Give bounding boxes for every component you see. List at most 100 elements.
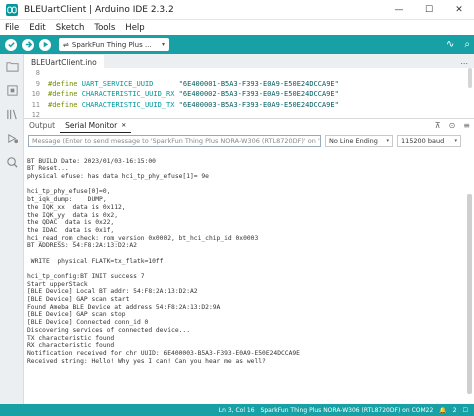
output-line: [BLE Device] Local BT addr: 54:F8:2A:13:…: [27, 288, 198, 296]
debug-button[interactable]: [39, 38, 51, 51]
arrow-right-icon: [25, 41, 32, 48]
uuid-string: "6E400001-B5A3-F393-E0A9-E50E24DCCA9E": [178, 79, 339, 88]
output-line: Received string: Hello! Why yes I can! C…: [27, 357, 266, 365]
more-icon[interactable]: ...: [460, 57, 468, 66]
define-keyword: #define: [48, 90, 78, 99]
macro-name: CHARACTERISTIC_UUID_RX: [81, 90, 175, 99]
verify-button[interactable]: [5, 38, 17, 51]
output-line: BT BUILD Date: 2023/01/03-16:15:00: [27, 157, 156, 165]
search-icon[interactable]: [0, 150, 24, 174]
macro-name: CHARACTERISTIC_UUID_TX: [81, 100, 175, 109]
serial-output-lines: BT BUILD Date: 2023/01/03-16:15:00 BT Res…: [27, 150, 474, 365]
output-line: RX characteristic found: [27, 342, 115, 350]
output-line: hci_tp_phy_efuse[0]=0,: [27, 188, 111, 196]
define-keyword: #define: [48, 79, 78, 88]
menu-file[interactable]: File: [0, 23, 24, 33]
editor-tabs: BLEUartClient.ino ...: [24, 54, 474, 68]
output-line: the IDAC data is 0x1f,: [27, 226, 115, 234]
output-scrollbar[interactable]: [467, 194, 472, 394]
debug-play-icon: [43, 41, 48, 48]
line-ending-select[interactable]: No Line Ending ▾: [325, 134, 393, 147]
output-line: physical efuse: has data hci_tp_phy_efus…: [27, 173, 209, 181]
minimize-button[interactable]: —: [384, 0, 414, 20]
line-number: 8: [35, 69, 40, 78]
output-line: the IQK_yy data is 0x2,: [27, 211, 118, 219]
output-line: WRITE physical FLATK=tx_flatk=10ff: [27, 257, 164, 265]
code-line: 11 #define CHARACTERISTIC_UUID_TX "6E400…: [24, 100, 474, 111]
layout-icon[interactable]: ☐: [463, 407, 468, 414]
chevron-down-icon: ▾: [454, 137, 457, 144]
output-line: hci_read_rom_check: rom_version 0x0002, …: [27, 234, 259, 242]
tab-serial-monitor-label: Serial Monitor: [65, 120, 118, 130]
output-scroll-track: [467, 194, 472, 404]
message-input[interactable]: Message (Enter to send message to 'Spark…: [28, 134, 321, 147]
clear-output-icon[interactable]: ≡: [463, 121, 470, 130]
chevron-down-icon: ▾: [386, 137, 389, 144]
tab-output[interactable]: Output: [24, 119, 60, 133]
notification-icon[interactable]: 🔔: [439, 407, 446, 414]
output-line: bt_iqk_dump: DUMP,: [27, 196, 107, 204]
uuid-string: "6E400002-B5A3-F393-E0A9-E50E24DCCA9E": [178, 90, 339, 99]
line-number: 10: [31, 90, 40, 99]
output-line: Notification received for chr UUID: 6E40…: [27, 349, 300, 357]
close-icon[interactable]: ✕: [121, 122, 126, 129]
autoscroll-icon[interactable]: ⊼: [435, 121, 441, 130]
close-button[interactable]: ✕: [444, 0, 474, 20]
line-number: 11: [31, 100, 40, 109]
uuid-string: "6E400003-B5A3-F393-E0A9-E50E24DCCA9E": [178, 100, 339, 109]
output-line: [BLE Device] GAP scan stop: [27, 311, 126, 319]
line-ending-value: No Line Ending: [329, 136, 378, 145]
usb-icon: ⇌: [63, 40, 69, 49]
window-controls: — ☐ ✕: [384, 0, 474, 20]
notification-count: 2: [452, 406, 457, 414]
library-manager-icon[interactable]: [0, 102, 24, 126]
macro-name: UART_SERVICE_UUID: [81, 79, 154, 88]
menu-tools[interactable]: Tools: [89, 23, 120, 33]
boards-manager-icon[interactable]: [0, 78, 24, 102]
output-line: [BLE Device] GAP scan start: [27, 296, 130, 304]
title-bar: BLEUartClient | Arduino IDE 2.3.2 — ☐ ✕: [0, 0, 474, 20]
maximize-button[interactable]: ☐: [414, 0, 444, 20]
panel-actions: ⊼ ⊙ ≡: [427, 121, 470, 130]
code-line: 8: [24, 68, 474, 79]
code-editor[interactable]: 8 9 #define UART_SERVICE_UUID "6E400001-…: [24, 68, 474, 119]
activity-sidebar: [0, 54, 24, 404]
sketchbook-icon[interactable]: [0, 54, 24, 78]
tab-serial-monitor[interactable]: Serial Monitor ✕: [60, 119, 132, 133]
output-line: Found Ameba BLE Device at address 54:F8:…: [27, 303, 221, 311]
output-line: the IQK_xx data is 0x112,: [27, 203, 126, 211]
timestamp-icon[interactable]: ⊙: [449, 121, 456, 130]
board-selector-label: SparkFun Thing Plus ...: [71, 40, 152, 49]
menu-sketch[interactable]: Sketch: [51, 23, 90, 33]
serial-monitor-icon[interactable]: ⌕: [464, 39, 470, 50]
bottom-panel-header: Output Serial Monitor ✕ ⊼ ⊙ ≡: [24, 118, 474, 133]
output-line: Start upperStack: [27, 280, 88, 288]
board-selector[interactable]: ⇌ SparkFun Thing Plus ... ▾: [59, 38, 169, 51]
output-line: the QDAC data is 0x22,: [27, 219, 115, 227]
baud-rate-select[interactable]: 115200 baud ▾: [397, 134, 461, 147]
serial-plotter-icon[interactable]: ∿: [446, 39, 454, 50]
debug-icon[interactable]: [0, 126, 24, 150]
serial-output[interactable]: BT BUILD Date: 2023/01/03-16:15:00 BT Res…: [24, 150, 474, 404]
menu-help[interactable]: Help: [120, 23, 149, 33]
output-line: TX characteristic found: [27, 334, 115, 342]
upload-button[interactable]: [22, 38, 34, 51]
code-line: 10 #define CHARACTERISTIC_UUID_RX "6E400…: [24, 89, 474, 100]
window-title: BLEUartClient | Arduino IDE 2.3.2: [24, 4, 174, 15]
tab-bleuartclient[interactable]: BLEUartClient.ino: [24, 55, 104, 68]
code-line: 9 #define UART_SERVICE_UUID "6E400001-B5…: [24, 79, 474, 90]
baud-rate-value: 115200 baud: [401, 136, 445, 145]
serial-monitor-bar: Message (Enter to send message to 'Spark…: [24, 133, 474, 148]
toolbar-right: ∿ ⌕: [436, 35, 470, 54]
menu-bar: File Edit Sketch Tools Help: [0, 20, 474, 35]
output-line: hci_tp_config:BT INIT success 7: [27, 273, 145, 280]
check-icon: [7, 42, 15, 48]
editor-scrollbar[interactable]: [468, 68, 472, 88]
menu-edit[interactable]: Edit: [24, 23, 50, 33]
status-board[interactable]: SparkFun Thing Plus NORA-W306 (RTL8720DF…: [261, 407, 434, 414]
define-keyword: #define: [48, 100, 78, 109]
